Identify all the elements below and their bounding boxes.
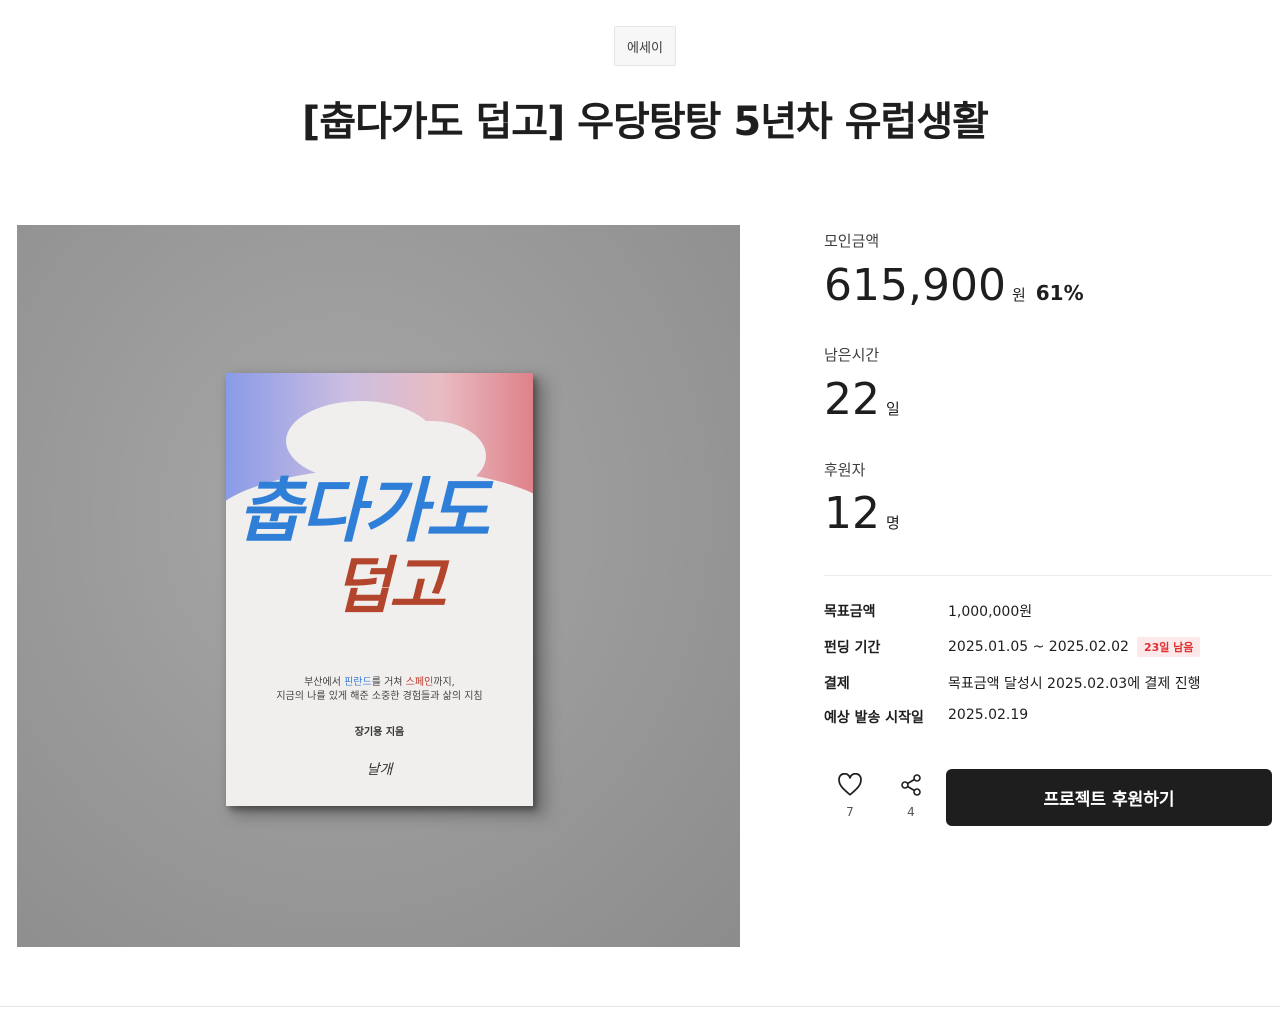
project-title: [춥다가도 덥고] 우당탕탕 5년차 유럽생활 xyxy=(302,99,989,145)
heart-icon xyxy=(838,772,862,796)
period-dates: 2025.01.05 ~ 2025.02.02 xyxy=(948,639,1129,655)
period-value: 2025.01.05 ~ 2025.02.02 23일 남음 xyxy=(948,637,1201,657)
delivery-key: 예상 발송 시작일 xyxy=(824,710,924,726)
period-key: 펀딩 기간 xyxy=(824,640,881,656)
time-left: 22 일 xyxy=(824,374,900,435)
share-count: 4 xyxy=(907,805,915,819)
share-icon xyxy=(901,774,921,796)
goal-key: 목표금액 xyxy=(824,604,876,620)
goal-value: 1,000,000원 xyxy=(948,604,1033,620)
support-project-button[interactable]: 프로젝트 후원하기 xyxy=(946,769,1272,826)
payment-key: 결제 xyxy=(824,676,850,692)
backers-label: 후원자 xyxy=(824,461,866,479)
share-button[interactable]: 4 xyxy=(891,773,931,819)
backers: 12 명 xyxy=(824,488,900,549)
days-remaining-badge: 23일 남음 xyxy=(1136,637,1201,657)
delivery-value: 2025.02.19 xyxy=(948,707,1029,723)
raised-unit: 원 xyxy=(1011,286,1026,304)
like-count: 7 xyxy=(846,805,854,819)
raised-value: 615,900 xyxy=(824,260,1006,311)
project-cover-image: 춥다가도 덥고 부산에서 핀란드를 거쳐 스페인까지, 지금의 나를 있게 해준… xyxy=(17,225,740,947)
book-mockup: 춥다가도 덥고 부산에서 핀란드를 거쳐 스페인까지, 지금의 나를 있게 해준… xyxy=(226,373,533,806)
cover-author: 장기용 지음 xyxy=(354,727,405,738)
time-left-label: 남은시간 xyxy=(824,346,880,364)
publisher-logo: 날개 xyxy=(366,762,393,778)
cover-subtitle-line2: 지금의 나를 있게 해준 소중한 경험들과 삶의 지침 xyxy=(276,691,483,702)
backers-value: 12 xyxy=(824,488,880,539)
category-tag[interactable]: 에세이 xyxy=(614,26,676,66)
backers-unit: 명 xyxy=(886,514,900,532)
raised-label: 모인금액 xyxy=(824,232,880,250)
raised-percent: 61% xyxy=(1035,281,1084,305)
bottom-divider xyxy=(0,1006,1280,1007)
raised-amount: 615,900 원 61% xyxy=(824,260,1084,321)
cover-subtitle-line1: 부산에서 핀란드를 거쳐 스페인까지, xyxy=(304,677,455,688)
like-button[interactable]: 7 xyxy=(830,772,870,819)
time-left-unit: 일 xyxy=(886,400,900,418)
payment-value: 목표금액 달성시 2025.02.03에 결제 진행 xyxy=(948,676,1201,692)
cover-title-line2: 덥고 xyxy=(334,549,446,622)
divider xyxy=(824,575,1272,576)
time-left-value: 22 xyxy=(824,374,880,425)
